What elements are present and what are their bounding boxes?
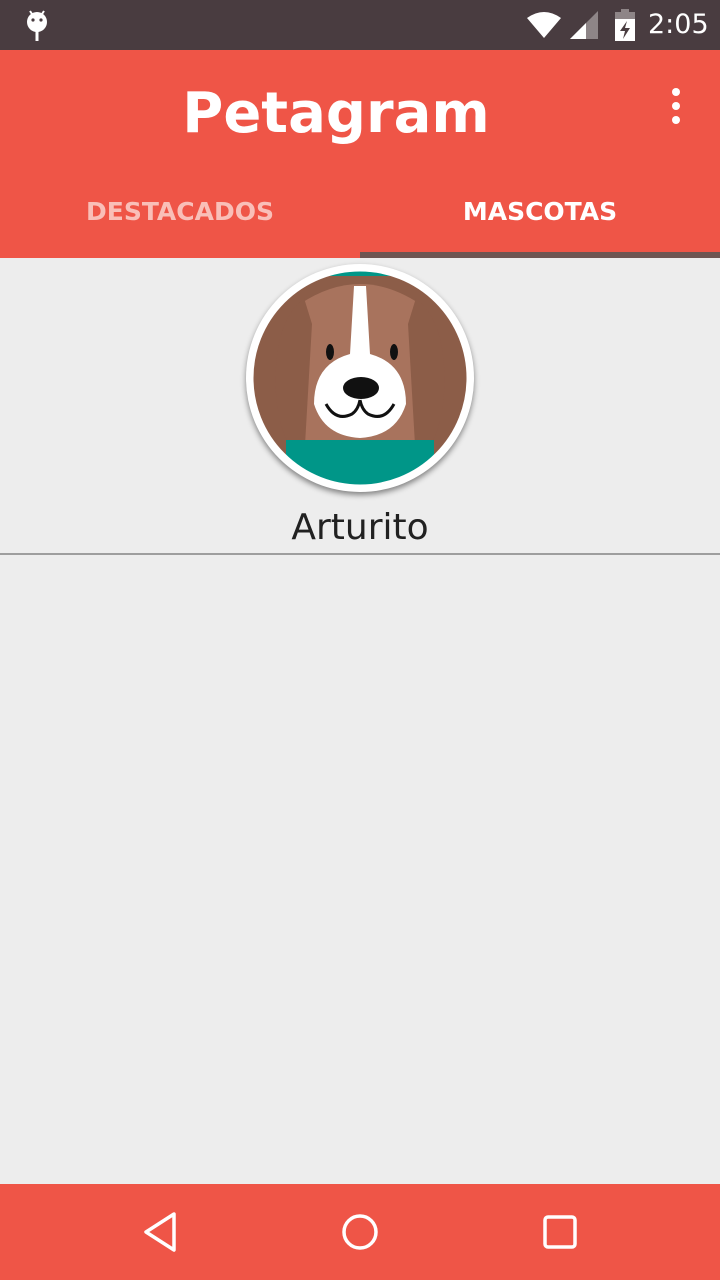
tab-destacados[interactable]: DESTACADOS	[0, 172, 360, 258]
recents-icon[interactable]	[536, 1208, 584, 1256]
status-bar: 2:05	[0, 0, 720, 50]
tab-mascotas[interactable]: MASCOTAS	[360, 172, 720, 258]
wifi-icon	[527, 12, 561, 38]
signal-icon	[570, 11, 598, 39]
home-icon[interactable]	[336, 1208, 384, 1256]
app-bar: Petagram DESTACADOS MASCOTAS	[0, 50, 720, 258]
pet-avatar[interactable]	[246, 264, 474, 492]
back-icon[interactable]	[136, 1208, 184, 1256]
beagle-dog-avatar	[252, 270, 468, 486]
pet-card[interactable]: Arturito	[0, 258, 720, 556]
pet-name: Arturito	[291, 507, 429, 548]
status-time: 2:05	[648, 9, 709, 40]
divider	[0, 553, 720, 555]
tab-bar: DESTACADOS MASCOTAS	[0, 172, 720, 258]
battery-charging-icon	[615, 9, 635, 41]
android-icon	[27, 10, 47, 41]
overflow-menu-icon[interactable]	[660, 86, 692, 126]
app-title: Petagram	[182, 81, 490, 146]
system-nav-bar	[0, 1184, 720, 1280]
